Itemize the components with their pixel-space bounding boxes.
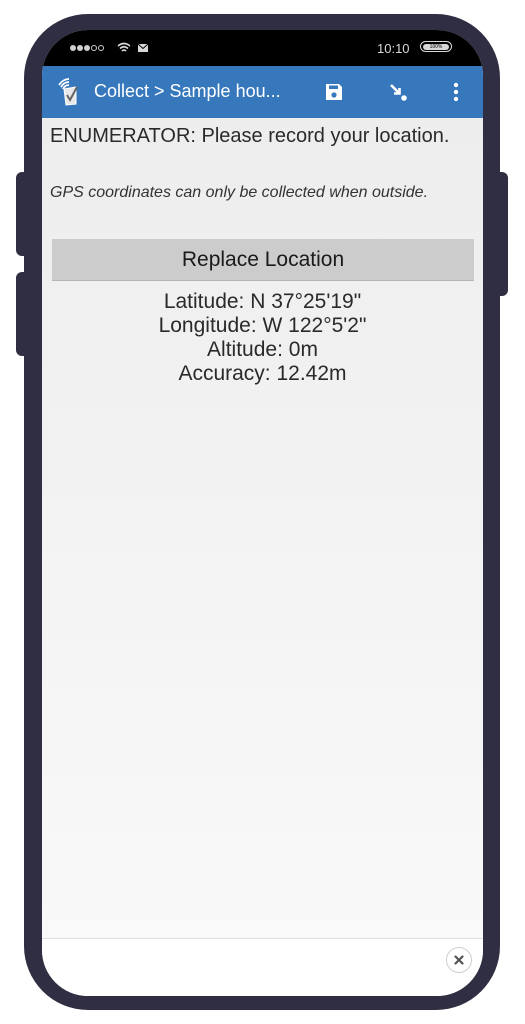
battery-level: 100% xyxy=(429,43,443,50)
app-title: Collect > Sample hou... xyxy=(94,81,281,101)
app-bar: Collect > Sample hou... xyxy=(42,66,483,118)
battery-icon: 100% xyxy=(420,41,452,52)
question-label: ENUMERATOR: Please record your location. xyxy=(50,125,450,147)
status-bar: 10:10 100% xyxy=(42,30,483,66)
signal-strength-icon xyxy=(70,45,104,51)
more-options-button[interactable] xyxy=(442,78,470,106)
status-time: 10:10 xyxy=(377,41,410,56)
footer-bar xyxy=(42,938,483,996)
signal-dot xyxy=(98,45,104,51)
odk-collect-logo-icon xyxy=(58,78,78,106)
vertical-dots-icon xyxy=(453,82,459,102)
longitude-value: Longitude: W 122°5'2" xyxy=(158,314,367,337)
floppy-disk-icon xyxy=(326,84,342,100)
go-to-prompt-button[interactable] xyxy=(384,78,412,106)
arrow-jump-icon xyxy=(390,84,407,101)
replace-location-button[interactable]: Replace Location xyxy=(52,239,474,281)
volume-down-button xyxy=(16,272,30,356)
mail-icon xyxy=(138,44,148,52)
latitude-value: Latitude: N 37°25'19" xyxy=(163,290,362,313)
save-button[interactable] xyxy=(320,78,348,106)
close-icon xyxy=(454,955,464,965)
signal-dot xyxy=(84,45,90,51)
signal-dot xyxy=(91,45,97,51)
power-button xyxy=(494,172,508,296)
form-content: ENUMERATOR: Please record your location.… xyxy=(42,118,483,938)
signal-dot xyxy=(70,45,76,51)
phone-screen: 10:10 100% Collect > Sample hou... ENUME… xyxy=(42,30,483,996)
location-readout: Latitude: N 37°25'19" Longitude: W 122°5… xyxy=(42,290,483,386)
close-button[interactable] xyxy=(446,947,472,973)
question-hint: GPS coordinates can only be collected wh… xyxy=(50,184,429,201)
signal-dot xyxy=(77,45,83,51)
accuracy-value: Accuracy: 12.42m xyxy=(178,362,347,385)
wifi-icon xyxy=(117,42,131,52)
altitude-value: Altitude: 0m xyxy=(207,338,318,361)
volume-up-button xyxy=(16,172,30,256)
